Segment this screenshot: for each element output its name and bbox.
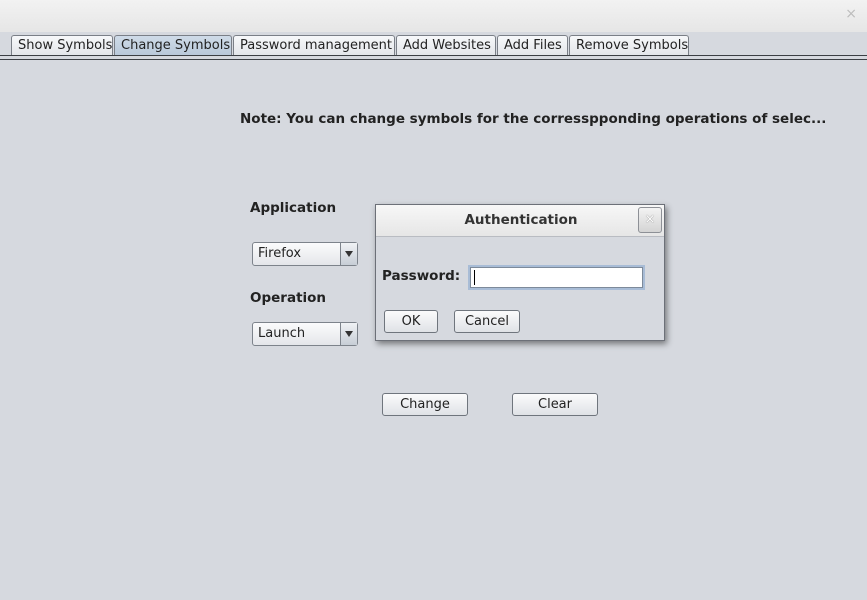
password-label: Password: [382, 268, 461, 284]
operation-label: Operation [250, 290, 327, 306]
text-caret [474, 270, 475, 285]
dialog-close-icon[interactable]: × [638, 207, 662, 233]
change-button[interactable]: Change [382, 393, 468, 416]
application-dropdown-button[interactable] [340, 243, 357, 265]
authentication-dialog: Authentication × Password: OK Cancel [375, 204, 665, 341]
application-select[interactable]: Firefox [252, 242, 358, 266]
tab-add-websites[interactable]: Add Websites [396, 35, 496, 55]
dialog-title: Authentication [464, 212, 578, 228]
tab-change-symbols[interactable]: Change Symbols [114, 35, 232, 55]
note-text: Note: You can change symbols for the cor… [240, 111, 827, 127]
operation-select[interactable]: Launch [252, 322, 358, 346]
password-input[interactable] [468, 265, 645, 290]
chevron-down-icon [345, 251, 353, 257]
cancel-button[interactable]: Cancel [454, 310, 520, 333]
tab-remove-symbols[interactable]: Remove Symbols [569, 35, 689, 55]
application-select-value: Firefox [258, 246, 302, 261]
tab-divider [0, 55, 867, 60]
operation-select-value: Launch [258, 326, 306, 341]
tab-show-symbols[interactable]: Show Symbols [11, 35, 113, 55]
window-titlebar: × [0, 0, 867, 32]
application-label: Application [250, 200, 337, 216]
chevron-down-icon [345, 331, 353, 337]
operation-dropdown-button[interactable] [340, 323, 357, 345]
ok-button[interactable]: OK [384, 310, 438, 333]
clear-button[interactable]: Clear [512, 393, 598, 416]
tab-add-files[interactable]: Add Files [497, 35, 568, 55]
dialog-titlebar: Authentication × [376, 205, 664, 237]
window-close-icon[interactable]: × [845, 6, 857, 22]
tab-password-management[interactable]: Password management [233, 35, 395, 55]
